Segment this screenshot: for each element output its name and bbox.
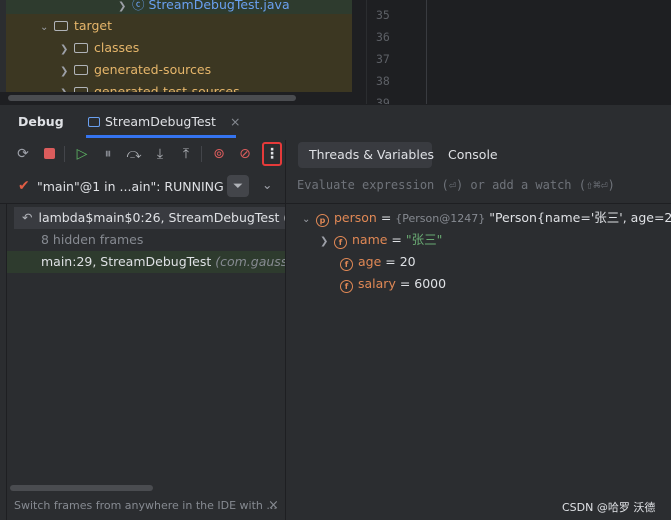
chevron-right-icon: ❯ — [60, 44, 69, 55]
tab-stream-debug-test[interactable]: StreamDebugTest × — [88, 110, 240, 134]
line-number: 37 — [376, 52, 390, 66]
line-number: 35 — [376, 8, 390, 22]
chevron-right-icon: ❯ — [60, 83, 70, 92]
view-breakpoints-icon[interactable]: ⊚ — [210, 145, 228, 163]
variable-person[interactable]: ⌄ p person = {Person@1247} "Person{name='… — [302, 207, 671, 229]
variable-name[interactable]: ❯ f name = "张三" — [320, 229, 442, 251]
thread-selector[interactable]: "main"@1 in ...ain": RUNNING — [37, 179, 224, 194]
debug-title: Debug — [18, 114, 64, 129]
evaluate-expression-input[interactable]: Evaluate expression (⏎) or add a watch (… — [297, 178, 615, 192]
mute-breakpoints-icon[interactable]: ⊘ — [236, 145, 254, 163]
chevron-down-icon: ⌄ — [40, 22, 49, 33]
rerun-icon[interactable]: ⟳ — [14, 145, 32, 163]
resume-icon[interactable]: ▷ — [73, 145, 91, 163]
frames-hint: Switch frames from anywhere in the IDE w… — [14, 499, 277, 512]
check-icon: ✔ — [18, 178, 30, 194]
run-config-icon — [88, 117, 100, 127]
tab-console[interactable]: Console — [448, 147, 498, 162]
stop-icon[interactable] — [40, 145, 58, 163]
folder-icon — [73, 65, 88, 75]
field-icon: f — [340, 258, 353, 271]
horizontal-scrollbar[interactable] — [10, 485, 153, 491]
hidden-frames-item[interactable]: 8 hidden frames — [41, 229, 143, 251]
horizontal-scrollbar[interactable] — [8, 95, 296, 101]
close-icon[interactable]: × — [230, 114, 240, 129]
folder-icon — [73, 43, 88, 53]
step-into-icon[interactable]: ⤓ — [151, 145, 169, 163]
chevron-right-icon: ❯ — [60, 66, 69, 77]
chevron-down-icon[interactable]: ⌄ — [262, 177, 272, 192]
more-options-icon[interactable]: ⋮ — [263, 145, 281, 163]
tree-item-target[interactable]: ⌄ target — [40, 15, 112, 37]
line-number: 38 — [376, 74, 390, 88]
variable-salary[interactable]: f salary = 6000 — [340, 273, 446, 295]
folder-icon — [73, 87, 88, 92]
chevron-right-icon[interactable]: ❯ — [320, 231, 330, 251]
watermark: CSDN @哈罗 沃德 — [562, 501, 656, 514]
filter-icon[interactable]: ⏷ — [227, 175, 249, 197]
tree-item-generated-sources[interactable]: ❯ generated-sources — [60, 59, 211, 81]
parameter-icon: p — [315, 214, 329, 227]
code-editor[interactable] — [352, 0, 671, 104]
field-icon: f — [333, 236, 347, 249]
step-over-icon[interactable]: ⤼ — [125, 145, 143, 163]
chevron-down-icon[interactable]: ⌄ — [302, 209, 312, 229]
tree-item-generated-test-sources[interactable]: ❯ generated-test-sources — [60, 81, 240, 92]
tree-item-classes[interactable]: ❯ classes — [60, 37, 139, 59]
frame-return-icon: ↶ — [22, 210, 33, 225]
field-icon: f — [340, 280, 353, 293]
frame-item-lambda[interactable]: ↶ lambda$main$0:26, StreamDebugTest ( — [22, 207, 285, 229]
close-icon[interactable]: × — [268, 498, 279, 513]
tab-threads-variables[interactable]: Threads & Variables — [309, 147, 434, 162]
java-class-icon: ⓒ — [131, 0, 145, 12]
step-out-icon[interactable]: ⤒ — [177, 145, 195, 163]
variable-age[interactable]: f age = 20 — [340, 251, 416, 273]
pause-icon[interactable]: ⏸ — [99, 145, 117, 163]
chevron-right-icon: ❯ — [118, 1, 127, 12]
project-tree: ❯ ⓒ StreamDebugTest.java ⌄ target ❯ clas… — [0, 0, 352, 92]
tree-item-file[interactable]: ❯ ⓒ StreamDebugTest.java — [118, 0, 290, 16]
line-number: 36 — [376, 30, 390, 44]
frame-item-main[interactable]: main:29, StreamDebugTest (com.gauss — [41, 251, 285, 273]
folder-icon — [53, 21, 68, 31]
